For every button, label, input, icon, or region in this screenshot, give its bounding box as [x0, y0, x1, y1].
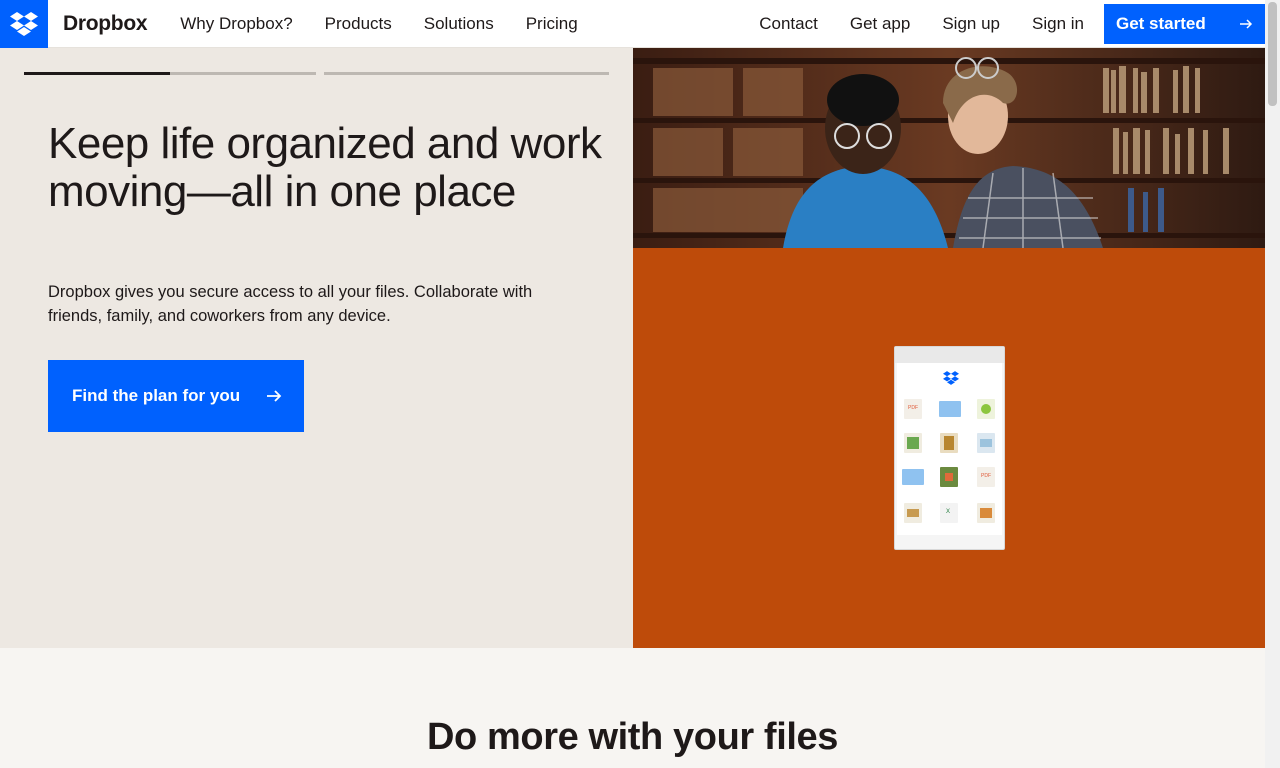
find-plan-label: Find the plan for you [72, 386, 241, 405]
device-mockup: PDF PDF X [894, 346, 1005, 550]
arrow-right-icon [1240, 18, 1253, 29]
image-file-icon [977, 399, 995, 419]
dropbox-logo-icon [943, 371, 959, 385]
folder-icon [939, 401, 961, 417]
dropbox-logo-icon[interactable] [0, 0, 48, 48]
features-heading: Do more with your files [427, 716, 838, 758]
spreadsheet-file-icon: X [940, 503, 958, 523]
nav-contact[interactable]: Contact [743, 0, 834, 48]
nav-solutions[interactable]: Solutions [408, 0, 510, 48]
get-started-label: Get started [1116, 13, 1206, 33]
hero-title: Keep life organized and work moving—all … [48, 119, 602, 216]
image-file-icon [977, 433, 995, 453]
hero-subtitle: Dropbox gives you secure access to all y… [48, 283, 533, 325]
scrollbar-thumb[interactable] [1268, 2, 1277, 106]
pdf-file-icon: PDF [904, 399, 922, 419]
site-header: Dropbox Why Dropbox? Products Solutions … [0, 0, 1265, 48]
primary-nav: Why Dropbox? Products Solutions Pricing [164, 0, 593, 48]
arrow-right-icon [266, 388, 282, 404]
pdf-file-label: PDF [981, 473, 991, 479]
dropbox-logo-svg [10, 11, 38, 36]
nav-sign-in[interactable]: Sign in [1016, 0, 1100, 48]
hero-photo [633, 48, 1265, 248]
nav-products[interactable]: Products [309, 0, 408, 48]
find-plan-button[interactable]: Find the plan for you [48, 360, 304, 432]
image-file-icon [904, 503, 922, 523]
image-file-icon [940, 467, 958, 487]
library-photo-illustration [633, 48, 1265, 248]
hero-text-panel: Keep life organized and work moving—all … [0, 48, 633, 648]
carousel-progress-2[interactable] [324, 72, 609, 75]
nav-pricing[interactable]: Pricing [510, 0, 594, 48]
get-started-button[interactable]: Get started [1104, 3, 1265, 44]
pdf-file-icon: PDF [977, 467, 995, 487]
nav-get-app[interactable]: Get app [834, 0, 927, 48]
secondary-nav: Contact Get app Sign up Sign in Get star… [743, 0, 1265, 48]
nav-why-dropbox[interactable]: Why Dropbox? [164, 0, 308, 48]
page-scrollbar[interactable] [1265, 0, 1280, 768]
folder-icon [902, 469, 924, 485]
image-file-icon [977, 503, 995, 523]
spreadsheet-file-label: X [946, 509, 951, 515]
device-screen: PDF PDF X [897, 363, 1002, 535]
hero-visual-panel: PDF PDF X [633, 248, 1265, 648]
brand-name[interactable]: Dropbox [63, 12, 148, 36]
pdf-file-label: PDF [908, 405, 918, 411]
image-file-icon [904, 433, 922, 453]
device-status-bar [895, 347, 1004, 363]
image-file-icon [940, 433, 958, 453]
nav-sign-up[interactable]: Sign up [926, 0, 1016, 48]
carousel-progress-1[interactable] [24, 72, 316, 75]
features-section: Do more with your files [0, 648, 1265, 768]
